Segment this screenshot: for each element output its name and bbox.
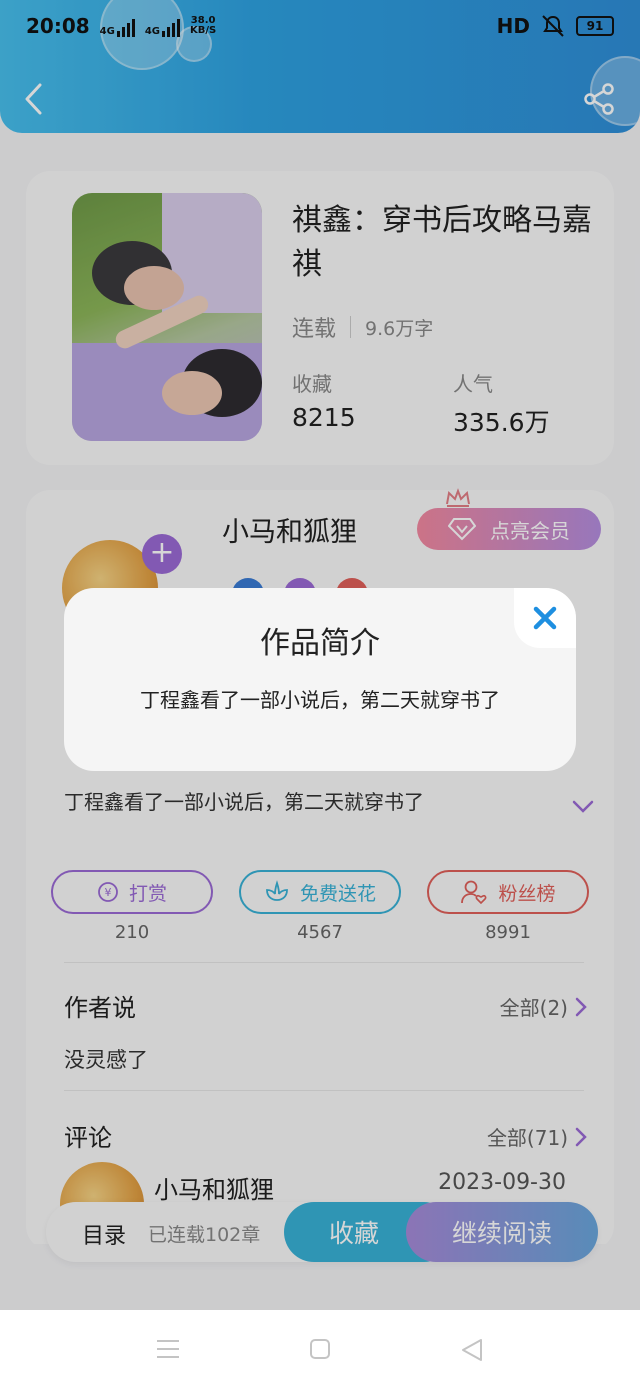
menu-icon[interactable] (156, 1338, 180, 1360)
intro-modal: 作品简介 丁程鑫看了一部小说后，第二天就穿书了 (64, 588, 576, 771)
modal-title: 作品简介 (260, 626, 380, 661)
home-icon[interactable] (309, 1338, 331, 1360)
back-nav-icon[interactable] (460, 1338, 484, 1362)
book-detail-page: 20:08 4G 4G 38.0 KB/S HD 91 祺鑫：穿书后攻略马嘉祺 … (0, 0, 640, 1387)
system-nav-bar (0, 1310, 640, 1387)
modal-body-text: 丁程鑫看了一部小说后，第二天就穿书了 (140, 688, 500, 712)
